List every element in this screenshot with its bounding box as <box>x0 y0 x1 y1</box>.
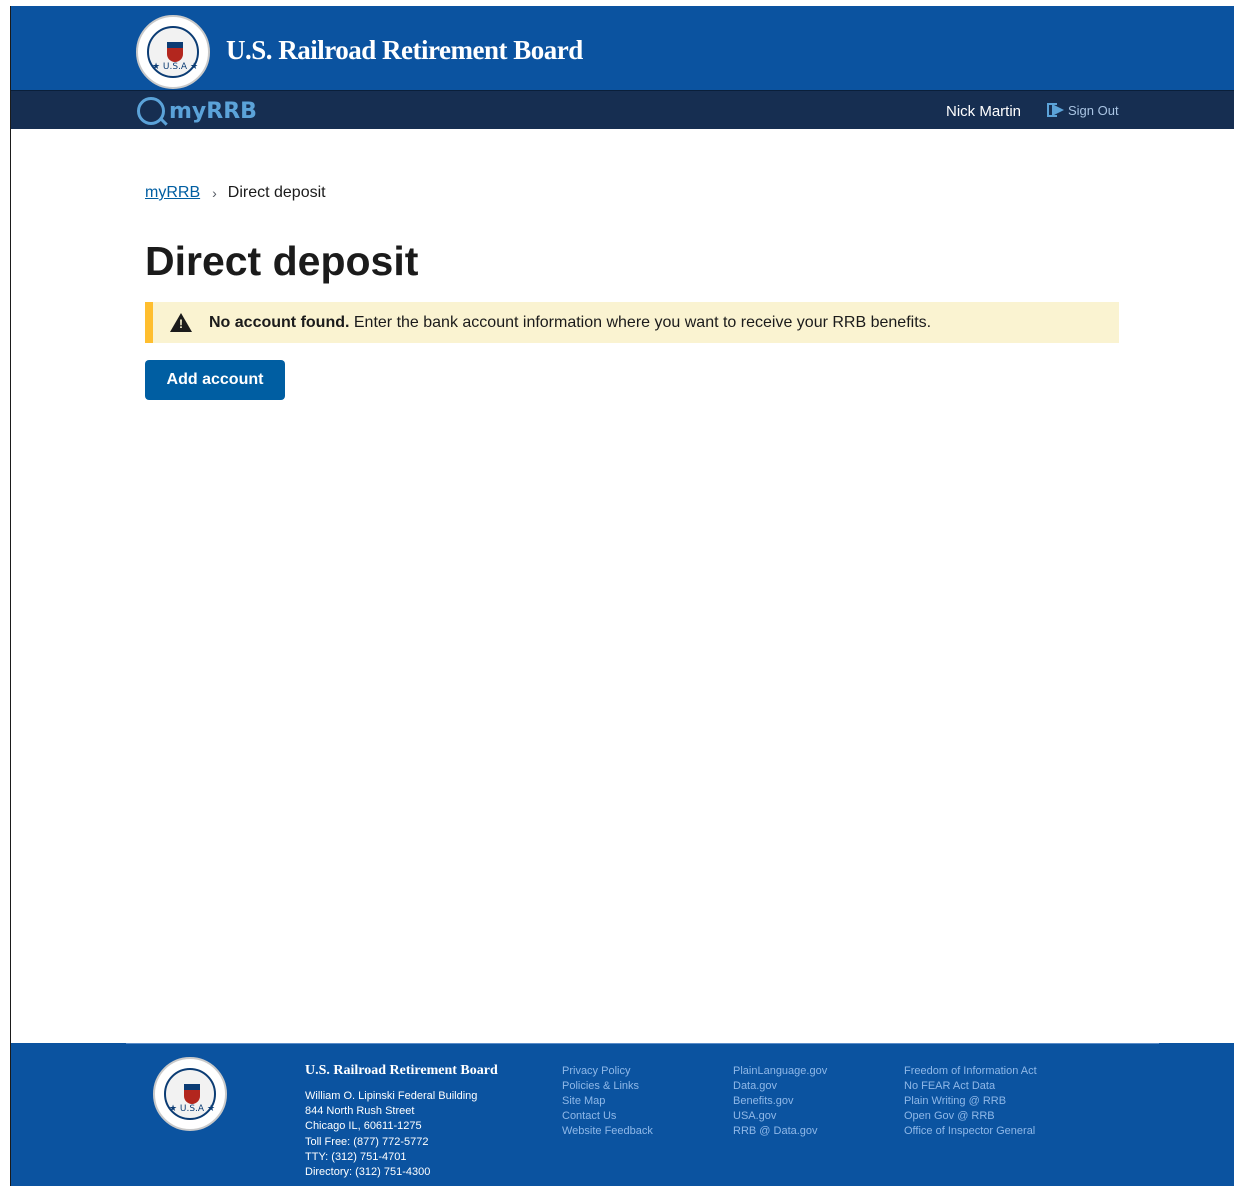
footer-link-website-feedback[interactable]: Website Feedback <box>562 1124 653 1139</box>
site-footer: ★ U.S.A ★ U.S. Railroad Retirement Board… <box>11 1043 1234 1186</box>
seal-emblem: ★ U.S.A ★ <box>164 1068 216 1120</box>
footer-address: William O. Lipinski Federal Building 844… <box>305 1089 477 1180</box>
footer-link-policies-links[interactable]: Policies & Links <box>562 1079 653 1094</box>
page-title: Direct deposit <box>145 238 419 284</box>
warning-icon: ! <box>170 313 192 332</box>
magnifier-icon <box>137 97 165 125</box>
frame-border <box>10 6 11 1186</box>
sign-out-icon <box>1047 102 1065 118</box>
address-line: Toll Free: (877) 772-5772 <box>305 1135 429 1148</box>
address-line: William O. Lipinski Federal Building <box>305 1090 478 1102</box>
myrrb-logo[interactable]: myRRB <box>137 96 257 126</box>
site-header: ★ U.S.A ★ U.S. Railroad Retirement Board <box>11 6 1234 90</box>
user-name: Nick Martin <box>946 103 1022 120</box>
address-line: Directory: (312) 751-4300 <box>305 1166 431 1179</box>
address-line: TTY: (312) 751-4701 <box>305 1150 407 1163</box>
add-account-button[interactable]: Add account <box>145 360 285 400</box>
footer-links-col2: PlainLanguage.gov Data.gov Benefits.gov … <box>733 1064 827 1139</box>
eagle-shield-icon <box>167 42 183 62</box>
sign-out-link[interactable]: Sign Out <box>1047 102 1119 118</box>
myrrb-logo-text: myRRB <box>169 98 257 124</box>
seal-emblem: ★ U.S.A ★ <box>147 26 199 78</box>
alert-text: No account found. Enter the bank account… <box>209 314 931 332</box>
seal-text: ★ U.S.A ★ <box>168 1104 216 1114</box>
address-line: Chicago IL, 60611-1275 <box>305 1120 422 1133</box>
footer-link-rrb-data-gov[interactable]: RRB @ Data.gov <box>733 1124 827 1139</box>
footer-seal-logo: ★ U.S.A ★ <box>153 1057 227 1131</box>
alert-message: Enter the bank account information where… <box>349 313 932 331</box>
footer-org-name: U.S. Railroad Retirement Board <box>305 1063 498 1078</box>
footer-link-plainlanguage[interactable]: PlainLanguage.gov <box>733 1064 827 1079</box>
footer-link-plain-writing[interactable]: Plain Writing @ RRB <box>904 1094 1037 1109</box>
seal-text: ★ U.S.A ★ <box>151 62 199 72</box>
footer-link-site-map[interactable]: Site Map <box>562 1094 653 1109</box>
address-line: 844 North Rush Street <box>305 1105 415 1118</box>
rrb-seal-logo[interactable]: ★ U.S.A ★ <box>136 15 210 89</box>
sign-out-label: Sign Out <box>1068 102 1119 118</box>
footer-links-col3: Freedom of Information Act No FEAR Act D… <box>904 1064 1037 1139</box>
breadcrumb-current: Direct deposit <box>227 184 326 201</box>
footer-links-col1: Privacy Policy Policies & Links Site Map… <box>562 1064 653 1139</box>
footer-link-usa-gov[interactable]: USA.gov <box>733 1109 827 1124</box>
warning-alert: ! No account found. Enter the bank accou… <box>145 302 1119 343</box>
alert-title: No account found. <box>209 313 350 331</box>
site-title[interactable]: U.S. Railroad Retirement Board <box>226 35 583 65</box>
eagle-shield-icon <box>184 1084 200 1104</box>
breadcrumb: myRRB › Direct deposit <box>145 184 326 202</box>
footer-link-no-fear[interactable]: No FEAR Act Data <box>904 1079 1037 1094</box>
footer-link-contact-us[interactable]: Contact Us <box>562 1109 653 1124</box>
footer-divider <box>126 1043 1159 1044</box>
footer-link-data-gov[interactable]: Data.gov <box>733 1079 827 1094</box>
breadcrumb-home-link[interactable]: myRRB <box>145 184 200 202</box>
footer-link-open-gov[interactable]: Open Gov @ RRB <box>904 1109 1037 1124</box>
footer-link-benefits-gov[interactable]: Benefits.gov <box>733 1094 827 1109</box>
footer-link-foia[interactable]: Freedom of Information Act <box>904 1064 1037 1079</box>
app-nav-bar: myRRB Nick Martin Sign Out <box>11 90 1234 129</box>
footer-link-privacy-policy[interactable]: Privacy Policy <box>562 1064 653 1079</box>
footer-link-oig[interactable]: Office of Inspector General <box>904 1124 1037 1139</box>
chevron-right-icon: › <box>212 185 217 201</box>
